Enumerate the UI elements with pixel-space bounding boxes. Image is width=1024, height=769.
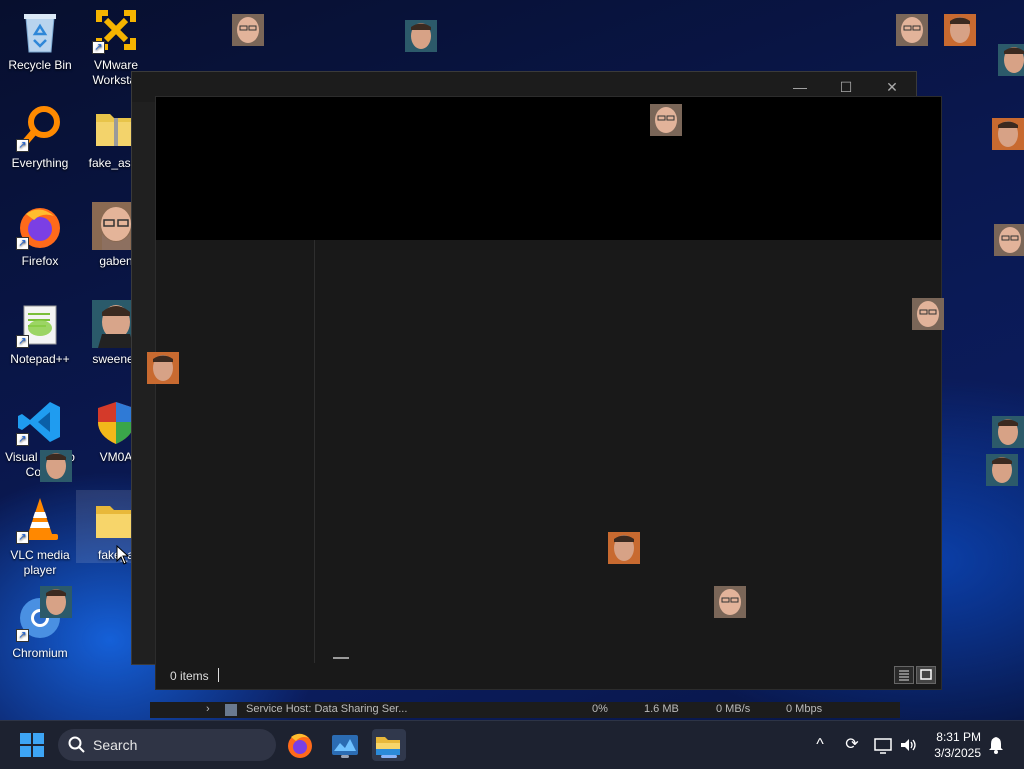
shortcut-arrow-icon: ↗ [16, 237, 29, 250]
taskbar-search-box[interactable]: Search [58, 729, 276, 761]
taskbar-file-explorer[interactable] [372, 729, 406, 761]
task-manager-process-row[interactable]: › Service Host: Data Sharing Ser... 0% 1… [150, 702, 900, 718]
firefox-icon [288, 733, 312, 758]
face-image [896, 14, 928, 46]
process-network: 0 Mbps [786, 703, 823, 715]
volume-icon[interactable] [898, 735, 918, 755]
large-icons-view-button[interactable] [916, 666, 936, 684]
desktop-icon-notepadpp[interactable]: ↗ Notepad++ [0, 294, 80, 367]
close-button[interactable]: ✕ [880, 77, 904, 97]
vmware-icon: ↗ [92, 6, 140, 54]
status-divider [218, 668, 219, 682]
face-image [992, 118, 1024, 150]
vlc-cone-icon: ↗ [16, 496, 64, 544]
everything-search-icon: ↗ [16, 104, 64, 152]
desktop-icon-label: Notepad++ [10, 352, 70, 366]
explorer-header-area[interactable] [156, 97, 941, 240]
process-cpu: 0% [592, 703, 608, 715]
face-image [40, 450, 72, 482]
details-view-button[interactable] [894, 666, 914, 684]
clock-date: 3/3/2025 [934, 746, 981, 760]
face-image [608, 532, 640, 564]
system-clock[interactable]: 8:31 PM 3/3/2025 [925, 729, 981, 761]
notepad-plus-plus-icon: ↗ [16, 300, 64, 348]
process-name: Service Host: Data Sharing Ser... [246, 703, 408, 715]
notification-bell-icon[interactable] [986, 735, 1006, 755]
start-button[interactable] [16, 729, 48, 761]
file-explorer-window[interactable]: 0 items [155, 96, 942, 690]
desktop-icon-vlc[interactable]: ↗ VLC media player [0, 490, 80, 578]
firefox-icon: ↗ [16, 202, 64, 250]
face-image [714, 586, 746, 618]
item-count-text: 0 items [170, 669, 209, 683]
shortcut-arrow-icon: ↗ [16, 335, 29, 348]
taskbar: Search ^ ⟳ 8:31 PM 3/3/2025 [0, 720, 1024, 769]
clock-time: 8:31 PM [936, 730, 981, 744]
recycle-bin-icon [16, 6, 64, 54]
desktop-icon-firefox[interactable]: ↗ Firefox [0, 196, 80, 269]
sync-icon[interactable]: ⟳ [842, 735, 862, 755]
taskbar-firefox[interactable] [284, 729, 316, 761]
maximize-button[interactable]: ☐ [834, 77, 858, 97]
search-label: Search [93, 737, 138, 753]
desktop-icon-label: Recycle Bin [8, 58, 72, 72]
windows-logo-icon [20, 733, 44, 757]
shortcut-arrow-icon: ↗ [16, 629, 29, 642]
process-memory: 1.6 MB [644, 703, 679, 715]
shortcut-arrow-icon: ↗ [16, 531, 29, 544]
desktop-icon-label: Firefox [21, 254, 59, 268]
face-image [40, 586, 72, 618]
face-image [405, 20, 437, 52]
face-image [912, 298, 944, 330]
shortcut-arrow-icon: ↗ [16, 139, 29, 152]
desktop-icon-label: Chromium [12, 646, 68, 660]
minimize-button[interactable]: — [788, 77, 812, 97]
desktop-icon-everything[interactable]: ↗ Everything [0, 98, 80, 171]
desktop-icon-label: Everything [11, 156, 69, 170]
running-indicator [341, 755, 349, 758]
navigation-pane[interactable] [156, 240, 315, 663]
face-image [986, 454, 1018, 486]
desktop-icon-label: VLC media player [10, 548, 70, 577]
desktop-icon-recycle-bin[interactable]: Recycle Bin [0, 0, 80, 73]
face-image [944, 14, 976, 46]
face-image [147, 352, 179, 384]
chevron-right-icon[interactable]: › [206, 703, 210, 715]
search-icon [68, 736, 86, 759]
shortcut-arrow-icon: ↗ [16, 433, 29, 446]
scrollbar-thumb[interactable] [333, 657, 349, 659]
face-image [650, 104, 682, 136]
taskbar-task-manager[interactable] [329, 729, 361, 761]
active-indicator [381, 755, 397, 758]
mouse-pointer-icon [116, 544, 130, 570]
face-image [998, 44, 1024, 76]
chevron-up-icon[interactable]: ^ [810, 735, 830, 755]
network-icon[interactable] [873, 735, 893, 755]
shortcut-arrow-icon: ↗ [92, 41, 105, 54]
face-image [994, 224, 1024, 256]
visual-studio-code-icon: ↗ [16, 398, 64, 446]
process-disk: 0 MB/s [716, 703, 751, 715]
face-image [992, 416, 1024, 448]
status-bar: 0 items [156, 663, 941, 689]
file-list-pane[interactable] [315, 240, 941, 663]
service-host-icon [225, 704, 237, 716]
face-image [232, 14, 264, 46]
